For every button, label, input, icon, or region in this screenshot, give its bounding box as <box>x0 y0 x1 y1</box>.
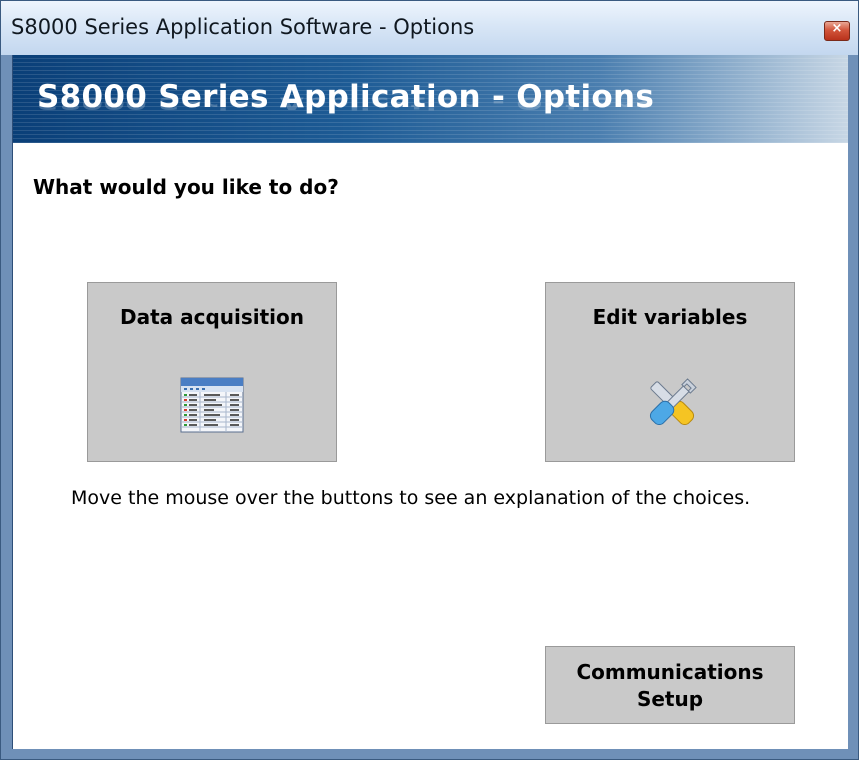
close-button[interactable]: × <box>824 21 850 41</box>
header-banner: S8000 Series Application - Options S8000… <box>13 55 848 143</box>
options-window: S8000 Series Application Software - Opti… <box>0 0 859 760</box>
hint-text: Move the mouse over the buttons to see a… <box>71 487 751 509</box>
communications-setup-button[interactable]: Communications Setup <box>545 646 795 724</box>
client-area: S8000 Series Application - Options S8000… <box>12 55 848 749</box>
title-bar[interactable]: S8000 Series Application Software - Opti… <box>1 1 858 55</box>
edit-variables-label: Edit variables <box>592 305 748 329</box>
data-table-icon <box>180 377 244 433</box>
edit-variables-button[interactable]: Edit variables <box>545 282 795 462</box>
page-prompt: What would you like to do? <box>33 175 339 199</box>
data-acquisition-button[interactable]: Data acquisition <box>87 282 337 462</box>
close-icon: × <box>831 21 843 36</box>
banner-title-reflection: S8000 Series Application - Options <box>37 93 655 113</box>
communications-setup-label: Communications Setup <box>546 659 794 713</box>
communications-setup-line1: Communications <box>576 660 764 684</box>
window-title: S8000 Series Application Software - Opti… <box>11 15 475 39</box>
communications-setup-line2: Setup <box>636 687 704 711</box>
tools-icon <box>649 378 697 426</box>
data-acquisition-label: Data acquisition <box>119 305 305 329</box>
